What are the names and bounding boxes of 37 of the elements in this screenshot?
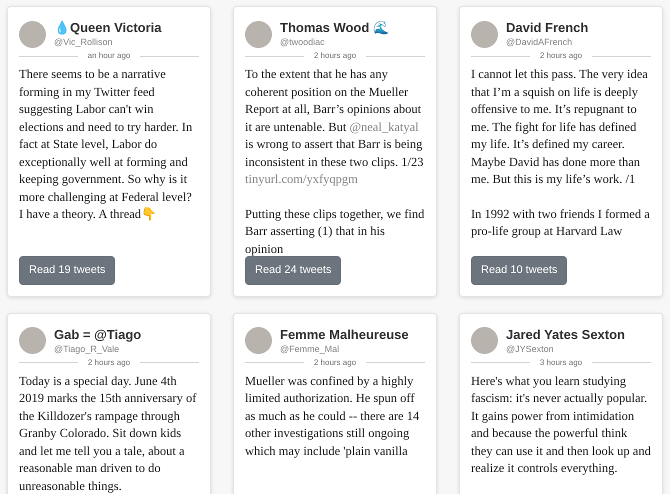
tweet-text: There seems to be a narrative forming in my Twitter feed suggesting Labor can't win elections and need to try harder. In fact at State level, Labor do exceptionally well at forming and keeping government. So why is it more challenging at Federal level? I have a theory. A thread👇 — [19, 66, 194, 223]
author-handle: @Vic_Rollison — [54, 36, 114, 48]
author-handle: @twoodiac — [280, 36, 326, 48]
read-thread-button[interactable]: Read 10 tweets — [471, 256, 568, 284]
author-name: Jared Yates Sexton — [506, 326, 625, 342]
author-name: Gab = @Tiago — [54, 326, 142, 342]
avatar — [245, 327, 272, 354]
tweet-text: Today is a special day. June 4th 2019 marks the 15th anniversary of the Killdozer's rampage through Granby Colorado. Sit down kids and let me tell you a tale, about a reasonable man driven to do unreasonable things. — [19, 372, 198, 494]
timestamp: 2 hours ago — [314, 356, 356, 368]
timestamp: 3 hours ago — [540, 356, 582, 368]
timestamp: 2 hours ago — [314, 50, 356, 62]
timestamp: 2 hours ago — [540, 50, 582, 62]
read-thread-button[interactable]: Read 24 tweets — [245, 256, 342, 284]
tweet-text: I cannot let this pass. The very idea that I’m a squish on life is deeply offensive to me. It’s repugnant to me. The fight for life has defined my life. It’s defined my career. Maybe David has done more than me. But this is my life’s work. /1 — [471, 66, 649, 188]
avatar — [245, 20, 272, 48]
tweet-link[interactable]: @neal_katyal — [349, 120, 419, 134]
author-name: 💧Queen Victoria — [54, 20, 162, 36]
author-handle: @JYSexton — [506, 342, 555, 354]
author-name: Femme Malheureuse — [280, 326, 409, 342]
tweet-text: Here's what you learn studying fascism: it's never actually popular. It gains power from intimidation and because the powerful think they can use it and then look up and realize it controls everything. — [471, 372, 651, 477]
author-name: Thomas Wood 🌊 — [280, 20, 389, 36]
avatar — [471, 327, 498, 354]
author-handle: @Tiago_R_Vale — [54, 342, 120, 354]
timestamp: an hour ago — [88, 50, 130, 62]
avatar — [471, 20, 498, 48]
tweet-text: In 1992 with two friends I formed a pro-life group at Harvard Law — [471, 206, 651, 240]
tweet-text: Mueller was confined by a highly limited authorization. He spun off as much as he could -- there are 14 other investigations still ongoing which may include 'plain vanilla — [245, 372, 420, 460]
read-thread-button[interactable]: Read 19 tweets — [19, 256, 116, 284]
tweet-text: To the extent that he has any coherent position on the Mueller Report at all, Barr’s opinions about it are untenable. But @neal_katyal is wrong to assert that Barr is being inconsistent in these two clips. 1/23 tinyurl.com/yxfyqpgm — [245, 66, 424, 188]
avatar — [19, 327, 46, 354]
tweet-text: Putting these clips together, we find Barr asserting (1) that in his opinion — [245, 206, 425, 258]
tweet-link[interactable]: tinyurl.com/yxfyqpgm — [245, 172, 358, 186]
avatar — [19, 20, 46, 48]
author-handle: @DavidAFrench — [506, 36, 574, 48]
timestamp: 2 hours ago — [88, 356, 130, 368]
author-handle: @Femme_Mal — [280, 342, 340, 354]
author-name: David French — [506, 20, 588, 36]
